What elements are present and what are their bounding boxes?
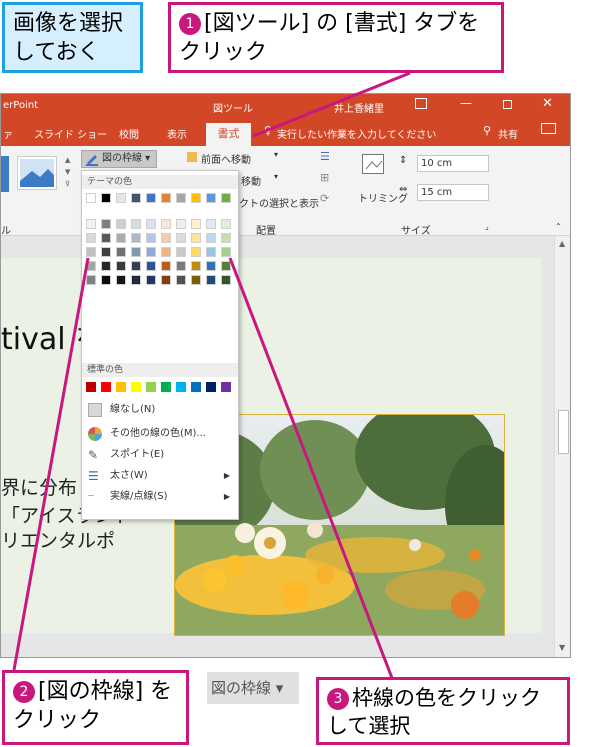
step2-text: [図の枠線] をクリック [13,679,173,733]
step3-number: 3 [327,688,349,710]
step2-number: 2 [13,681,35,703]
callout-pointer-lines [12,71,411,679]
step2-pointer [12,257,90,671]
step3-pointer [228,257,394,679]
step3-text: 枠線の色をクリックして選択 [327,686,541,738]
step2-callout: 2 [図の枠線] をクリック [2,670,189,745]
picture-border-button-reference: 図の枠線 ▾ [207,672,299,704]
picture-border-reference-label: 図の枠線 [211,679,272,697]
step3-callout: 3 枠線の色をクリックして選択 [316,677,570,745]
step1-pointer [252,71,411,138]
